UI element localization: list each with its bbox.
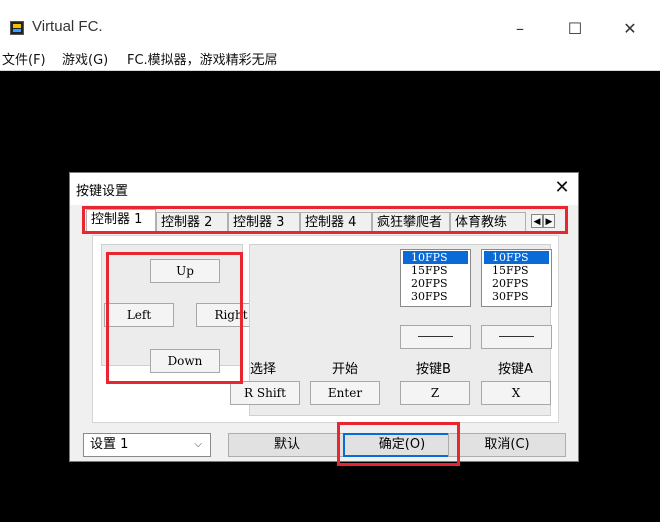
dialog-titlebar: 按键设置 ✕	[70, 173, 578, 205]
turbo-a-field[interactable]	[481, 325, 552, 349]
key-b-field[interactable]: Z	[400, 381, 470, 405]
menu-bar: 文件(F) 游戏(G) FC.模拟器，游戏精彩无屌	[0, 46, 660, 71]
maximize-button[interactable]: ☐	[555, 14, 595, 44]
annotation-ok-highlight	[337, 422, 460, 466]
fps-b-option[interactable]: 10FPS	[403, 251, 468, 264]
preset-select[interactable]: 设置 1 ⌵	[83, 433, 211, 457]
annotation-dpad-highlight	[106, 252, 243, 384]
button-b-label: 按键B	[416, 362, 451, 377]
fps-a-option[interactable]: 20FPS	[484, 277, 549, 290]
fps-b-option[interactable]: 15FPS	[403, 264, 468, 277]
key-start-field[interactable]: Enter	[310, 381, 380, 405]
close-button[interactable]: ✕	[610, 14, 650, 44]
annotation-tabs-highlight	[82, 206, 568, 234]
select-label: 选择	[250, 362, 277, 377]
button-a-label: 按键A	[498, 362, 533, 377]
default-button[interactable]: 默认	[228, 433, 346, 457]
fps-a-option[interactable]: 30FPS	[484, 290, 549, 303]
start-label: 开始	[332, 362, 359, 377]
menu-file[interactable]: 文件(F)	[2, 49, 46, 68]
fps-b-option[interactable]: 20FPS	[403, 277, 468, 290]
fps-a-option[interactable]: 10FPS	[484, 251, 549, 264]
app-icon	[10, 21, 24, 35]
window-title: Virtual FC.	[32, 18, 103, 35]
preset-value: 设置 1	[90, 437, 129, 452]
key-a-field[interactable]: X	[481, 381, 551, 405]
chevron-down-icon: ⌵	[194, 439, 202, 450]
minimize-button[interactable]: –	[500, 14, 540, 44]
key-select-field[interactable]: R Shift	[230, 381, 300, 405]
window-titlebar: Virtual FC. – ☐ ✕	[0, 0, 660, 44]
dialog-close-icon[interactable]: ✕	[550, 176, 574, 200]
dialog-title: 按键设置	[76, 184, 129, 199]
fps-b-list[interactable]: 10FPS 15FPS 20FPS 30FPS	[400, 249, 471, 307]
fps-a-option[interactable]: 15FPS	[484, 264, 549, 277]
buttons-group: 10FPS 15FPS 20FPS 30FPS 10FPS 15FPS 20FP…	[230, 244, 552, 416]
fps-a-list[interactable]: 10FPS 15FPS 20FPS 30FPS	[481, 249, 552, 307]
turbo-b-field[interactable]	[400, 325, 471, 349]
menu-about[interactable]: FC.模拟器，游戏精彩无屌	[127, 49, 278, 68]
menu-game[interactable]: 游戏(G)	[62, 49, 108, 68]
fps-b-option[interactable]: 30FPS	[403, 290, 468, 303]
cancel-button[interactable]: 取消(C)	[448, 433, 566, 457]
